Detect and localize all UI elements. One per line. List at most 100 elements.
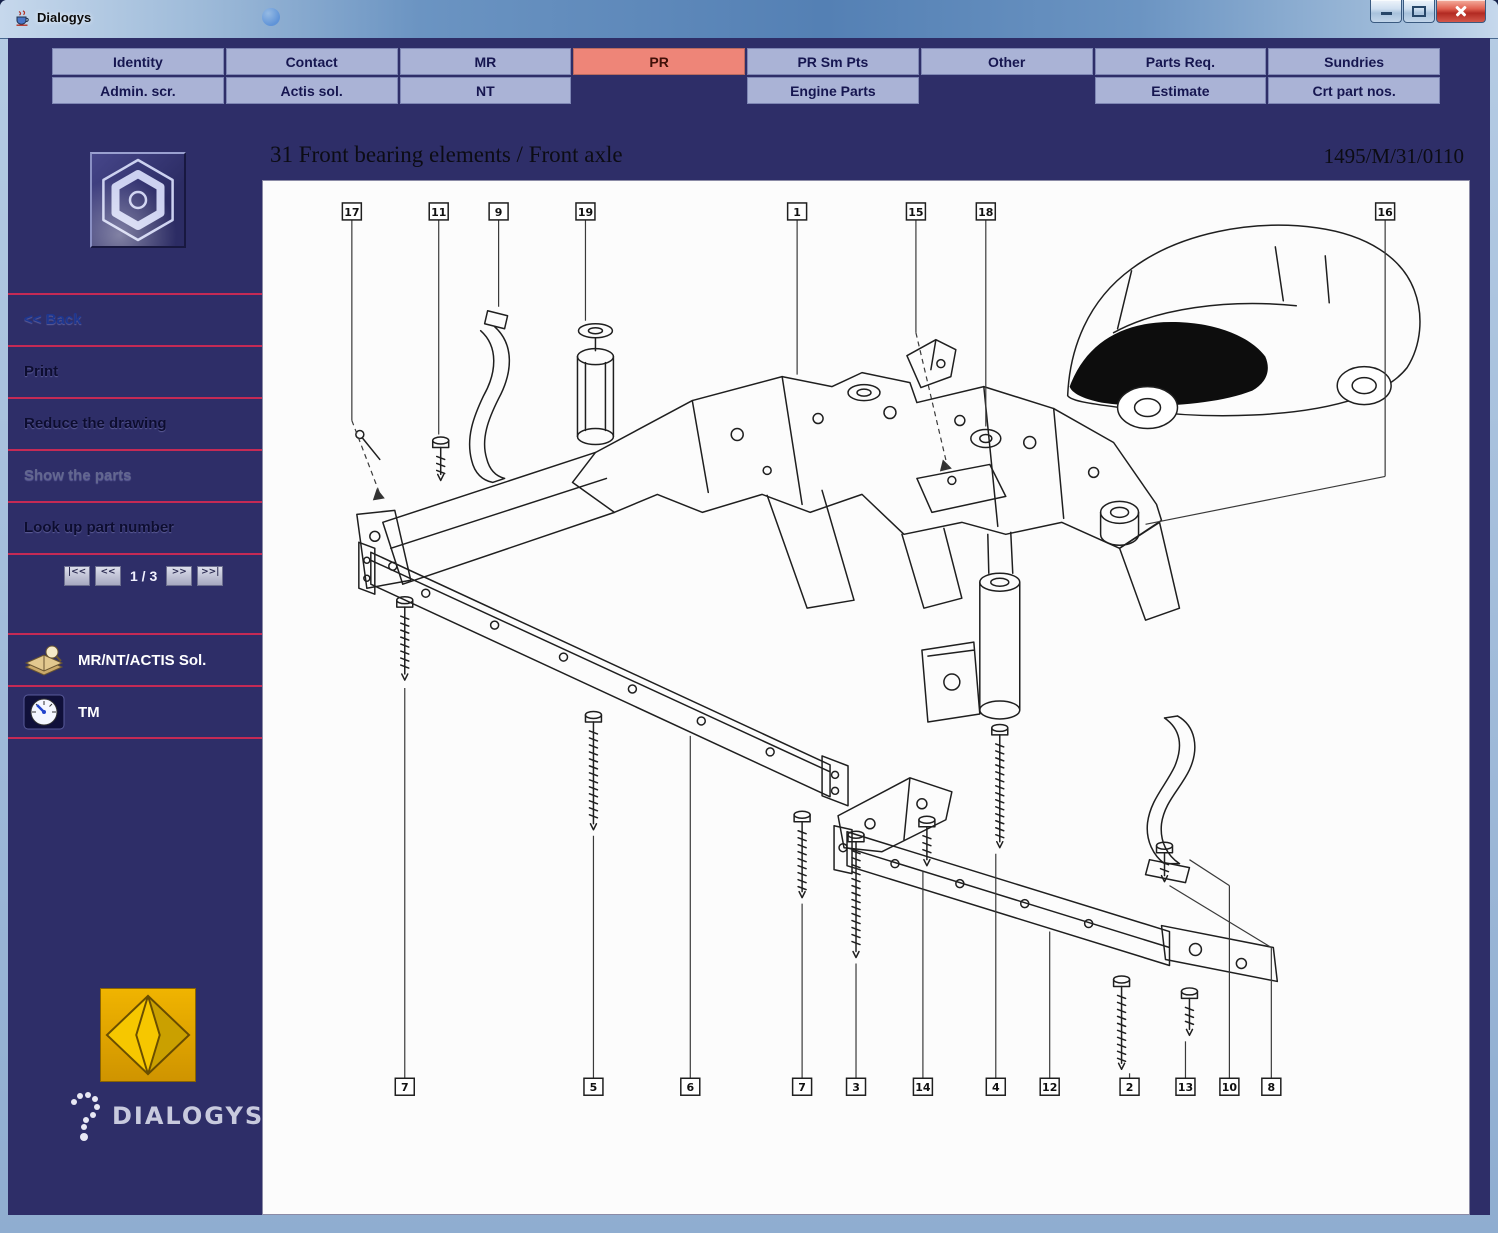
svg-text:19: 19 <box>578 206 593 219</box>
app-client-area: IdentityContactMRPRPR Sm PtsOtherParts R… <box>8 38 1490 1215</box>
part-callout-15[interactable]: 15 <box>906 203 947 468</box>
part-callout-18[interactable]: 18 <box>976 203 995 427</box>
bolt <box>992 724 1008 847</box>
mr-nt-actis-button[interactable]: MR/NT/ACTIS Sol. <box>8 633 262 685</box>
dialogys-logo: DIALOGYS <box>64 1090 264 1142</box>
sidebar-item-look-up-part-number[interactable]: Look up part number <box>8 501 262 555</box>
part-callout-11[interactable]: 11 <box>429 203 448 435</box>
part-callout-3[interactable]: 3 <box>847 963 866 1095</box>
bolt <box>1114 976 1130 1069</box>
rear-crossmember <box>834 826 1277 982</box>
svg-text:2: 2 <box>1126 1081 1134 1094</box>
svg-text:11: 11 <box>431 206 446 219</box>
svg-text:4: 4 <box>992 1081 1000 1094</box>
svg-text:12: 12 <box>1042 1081 1057 1094</box>
part-callout-10[interactable]: 10 <box>1189 860 1238 1096</box>
part-callout-1[interactable]: 1 <box>788 203 807 375</box>
stay-bracket <box>1146 716 1195 883</box>
prev-page-button[interactable]: << <box>95 566 121 586</box>
sidebar-item-back[interactable]: << Back <box>8 293 262 345</box>
question-mark-icon <box>64 1090 104 1142</box>
sidebar-item-print[interactable]: Print <box>8 345 262 397</box>
tab-parts-req[interactable]: Parts Req. <box>1095 48 1267 75</box>
locating-pin <box>356 431 952 501</box>
page-title: 31 Front bearing elements / Front axle <box>270 142 623 168</box>
bolt <box>794 811 810 897</box>
close-button[interactable] <box>1436 0 1486 23</box>
gauge-icon <box>22 693 66 731</box>
tool-label: MR/NT/ACTIS Sol. <box>78 652 206 669</box>
last-page-button[interactable]: >>| <box>197 566 223 586</box>
tab-sundries[interactable]: Sundries <box>1268 48 1440 75</box>
app-window: Dialogys IdentityContactMRPRPR Sm PtsOth… <box>0 0 1498 1233</box>
window-title: Dialogys <box>37 10 91 25</box>
subframe-cradle <box>357 373 1180 722</box>
tab-nt[interactable]: NT <box>400 77 572 104</box>
part-callout-12[interactable]: 12 <box>1040 932 1059 1096</box>
svg-text:5: 5 <box>590 1081 598 1094</box>
tool-label: TM <box>78 704 100 721</box>
page-indicator: 1 / 3 <box>130 568 157 584</box>
sidebar-item-show-the-parts: Show the parts <box>8 449 262 501</box>
minimize-button[interactable] <box>1370 0 1402 23</box>
tool-buttons: MR/NT/ACTIS Sol. TM <box>8 633 262 739</box>
java-icon <box>13 9 31 27</box>
svg-text:7: 7 <box>401 1081 409 1094</box>
tab-pr-sm-pts[interactable]: PR Sm Pts <box>747 48 919 75</box>
bushing-cylinder <box>980 532 1020 719</box>
part-callout-5[interactable]: 5 <box>584 836 603 1095</box>
svg-text:17: 17 <box>344 206 359 219</box>
tab-estimate[interactable]: Estimate <box>1095 77 1267 104</box>
part-callout-7[interactable]: 7 <box>395 688 414 1095</box>
mount-stack <box>577 324 613 445</box>
title-bar: Dialogys <box>0 0 1498 39</box>
svg-text:6: 6 <box>686 1081 694 1094</box>
svg-text:9: 9 <box>495 206 503 219</box>
next-page-button[interactable]: >> <box>166 566 192 586</box>
tab-mr[interactable]: MR <box>400 48 572 75</box>
drawing-panel: 171191911518167567314412213108 <box>262 180 1470 1215</box>
page-navigation: |<< << 1 / 3 >> >>| <box>64 566 223 586</box>
content-header: 31 Front bearing elements / Front axle 1… <box>266 138 1464 178</box>
tab-pr[interactable]: PR <box>573 48 745 75</box>
bolt <box>1181 988 1197 1035</box>
part-callout-7[interactable]: 7 <box>793 904 812 1096</box>
first-page-button[interactable]: |<< <box>64 566 90 586</box>
tab-crt-part-nos[interactable]: Crt part nos. <box>1268 77 1440 104</box>
parts-catalog-icon <box>22 641 66 679</box>
exploded-diagram: 171191911518167567314412213108 <box>263 181 1469 1214</box>
part-callout-8[interactable]: 8 <box>1169 886 1280 1096</box>
svg-text:18: 18 <box>978 206 993 219</box>
background-window-icon <box>262 8 280 26</box>
part-callout-4[interactable]: 4 <box>986 854 1005 1096</box>
tab-engine-parts[interactable]: Engine Parts <box>747 77 919 104</box>
renault-logo <box>100 988 196 1082</box>
washer <box>971 430 1001 448</box>
dialogys-wordmark: DIALOGYS <box>112 1102 264 1130</box>
sidebar-menu: << BackPrintReduce the drawingShow the p… <box>8 293 262 555</box>
svg-text:15: 15 <box>908 206 923 219</box>
support-bracket <box>907 340 956 388</box>
part-callout-14[interactable]: 14 <box>913 872 932 1096</box>
svg-text:14: 14 <box>915 1081 931 1094</box>
curved-bracket <box>470 311 510 483</box>
part-callout-2[interactable]: 2 <box>1120 1073 1139 1095</box>
part-callout-6[interactable]: 6 <box>681 736 700 1095</box>
bolt-layer <box>397 437 1198 1069</box>
sidebar-item-reduce-the-drawing[interactable]: Reduce the drawing <box>8 397 262 449</box>
tab-other[interactable]: Other <box>921 48 1093 75</box>
part-callout-9[interactable]: 9 <box>489 203 508 307</box>
sidebar: << BackPrintReduce the drawingShow the p… <box>8 38 262 1215</box>
tm-button[interactable]: TM <box>8 685 262 739</box>
part-callout-17[interactable]: 17 <box>342 203 380 496</box>
window-controls <box>1370 0 1486 23</box>
maximize-button[interactable] <box>1403 0 1435 23</box>
section-nut-icon <box>90 152 186 248</box>
svg-text:13: 13 <box>1178 1081 1193 1094</box>
svg-text:10: 10 <box>1222 1081 1238 1094</box>
part-callout-19[interactable]: 19 <box>576 203 595 321</box>
svg-text:8: 8 <box>1268 1081 1276 1094</box>
svg-text:3: 3 <box>852 1081 860 1094</box>
svg-text:1: 1 <box>793 206 801 219</box>
part-callout-13[interactable]: 13 <box>1176 1041 1195 1095</box>
